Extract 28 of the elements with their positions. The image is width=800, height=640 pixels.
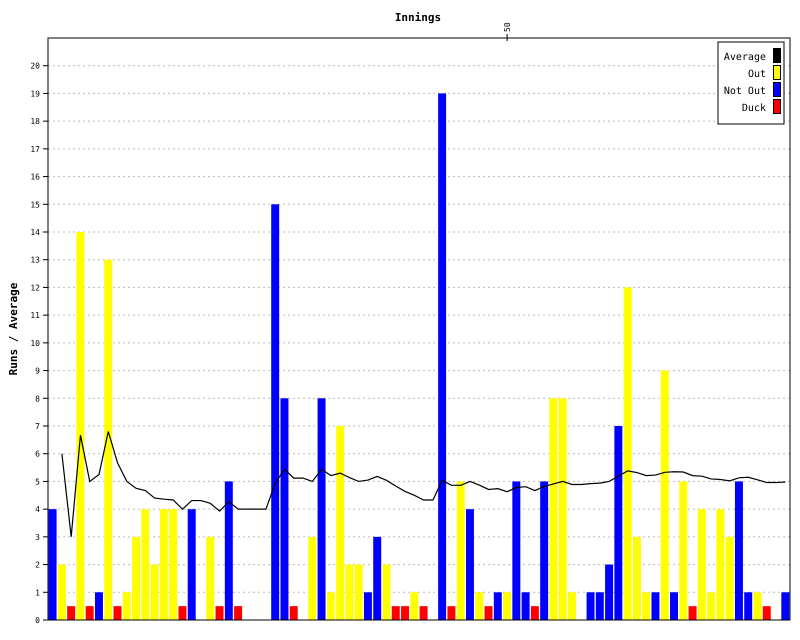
legend-label: Duck <box>742 103 766 114</box>
x-tick-label: 50 <box>503 22 512 32</box>
y-tick-label: 14 <box>30 228 40 237</box>
y-tick-label: 15 <box>30 200 40 210</box>
legend-label: Out <box>748 69 766 80</box>
y-tick-label: 2 <box>35 560 40 570</box>
y-tick-label: 4 <box>35 505 40 514</box>
y-tick-label: 19 <box>30 89 40 98</box>
y-tick-label: 18 <box>30 117 40 126</box>
y-tick-label: 7 <box>35 422 40 431</box>
y-tick-label: 1 <box>35 588 40 598</box>
y-tick-label: 10 <box>30 338 40 348</box>
y-tick-label: 6 <box>35 450 40 459</box>
y-tick-label: 0 <box>35 616 40 625</box>
y-tick-label: 17 <box>30 144 40 154</box>
y-tick-label: 16 <box>30 172 40 182</box>
y-tick-label: 12 <box>30 283 40 292</box>
y-tick-label: 5 <box>35 477 40 486</box>
y-tick-label: 20 <box>30 62 40 71</box>
y-axis-label: Runs / Average <box>7 282 20 376</box>
y-tick-label: 9 <box>35 366 40 376</box>
y-tick-label: 8 <box>35 394 40 404</box>
y-tick-label: 11 <box>30 311 40 320</box>
legend-label: Not Out <box>724 86 766 97</box>
chart-title: Innings <box>394 11 442 24</box>
y-tick-label: 3 <box>35 532 40 542</box>
y-tick-label: 13 <box>30 256 40 265</box>
legend-label: Average <box>724 52 766 63</box>
